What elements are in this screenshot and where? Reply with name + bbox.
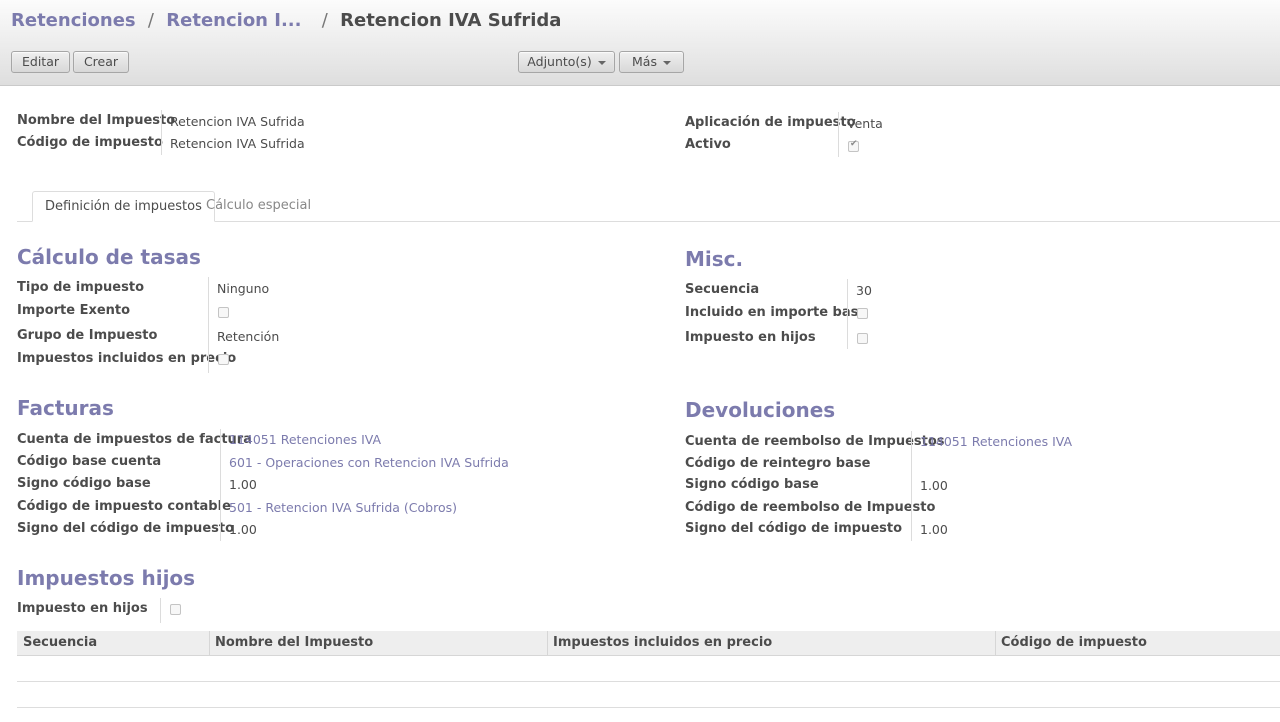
section-title-rates: Cálculo de tasas xyxy=(17,245,201,269)
tax-group-label: Grupo de Impuesto xyxy=(17,328,158,343)
field-separator xyxy=(220,429,221,541)
invoice-account-label: Cuenta de impuestos de factura xyxy=(17,432,252,447)
attachments-label: Adjunto(s) xyxy=(527,54,592,69)
invoice-base-code-label: Código base cuenta xyxy=(17,454,162,469)
tax-application-value: Venta xyxy=(847,116,883,131)
field-separator xyxy=(911,431,912,541)
tax-type-label: Tipo de impuesto xyxy=(17,280,144,295)
create-button[interactable]: Crear xyxy=(73,51,129,73)
edit-button-label: Editar xyxy=(21,54,59,69)
sequence-value: 30 xyxy=(856,283,872,298)
children-table-header: Secuencia Nombre del Impuesto Impuestos … xyxy=(17,631,1280,656)
refund-tax-sign-label: Signo del código de impuesto xyxy=(685,521,903,536)
breadcrumb: Retenciones / Retencion I... / Retencion… xyxy=(11,10,561,31)
column-header-sequence[interactable]: Secuencia xyxy=(17,631,97,656)
active-checkbox[interactable] xyxy=(848,139,859,152)
refund-base-sign-value: 1.00 xyxy=(920,478,948,493)
tab-label: Definición de impuestos xyxy=(45,199,202,214)
table-row-divider xyxy=(17,681,1280,682)
field-separator xyxy=(160,598,161,623)
invoice-base-code-link[interactable]: 601 - Operaciones con Retencion IVA Sufr… xyxy=(229,455,509,470)
tab-label: Cálculo especial xyxy=(206,198,312,213)
tax-type-value: Ninguno xyxy=(217,281,270,296)
children-depend-checkbox[interactable] xyxy=(170,604,181,615)
price-include-checkbox[interactable] xyxy=(218,354,229,365)
edit-button[interactable]: Editar xyxy=(11,51,70,73)
field-separator xyxy=(161,110,162,155)
invoice-account-link[interactable]: 114051 Retenciones IVA xyxy=(229,432,381,447)
price-include-label: Impuestos incluidos en precio xyxy=(17,351,237,366)
sequence-label: Secuencia xyxy=(685,282,760,297)
tab-definicion-impuestos[interactable]: Definición de impuestos xyxy=(32,191,215,222)
refund-account-label: Cuenta de reembolso de Impuestos xyxy=(685,434,945,449)
invoice-base-sign-label: Signo código base xyxy=(17,476,151,491)
field-separator xyxy=(847,279,848,349)
invoice-tax-code-label: Código de impuesto contable xyxy=(17,499,231,514)
children-depend-label: Impuesto en hijos xyxy=(17,601,148,616)
create-button-label: Crear xyxy=(83,54,119,69)
caret-down-icon xyxy=(597,60,606,65)
refund-base-code-label: Código de reintegro base xyxy=(685,456,871,471)
column-header-tax-code[interactable]: Código de impuesto xyxy=(995,631,1147,656)
field-separator xyxy=(208,277,209,373)
tax-name-label: Nombre del Impuesto xyxy=(17,113,176,128)
active-label: Activo xyxy=(685,137,731,152)
section-title-refunds: Devoluciones xyxy=(685,398,836,422)
refund-account-link[interactable]: 114051 Retenciones IVA xyxy=(920,434,1072,449)
attachments-dropdown-button[interactable]: Adjunto(s) xyxy=(518,51,615,73)
tax-code-value: Retencion IVA Sufrida xyxy=(170,136,305,151)
breadcrumb-separator: / xyxy=(147,10,154,31)
section-title-children: Impuestos hijos xyxy=(17,566,196,590)
refund-tax-sign-value: 1.00 xyxy=(920,522,948,537)
tax-code-label: Código de impuesto xyxy=(17,135,163,150)
breadcrumb-separator: / xyxy=(321,10,328,31)
invoice-tax-code-link[interactable]: 501 - Retencion IVA Sufrida (Cobros) xyxy=(229,500,457,515)
section-title-misc: Misc. xyxy=(685,247,744,271)
section-title-invoices: Facturas xyxy=(17,396,114,420)
exempt-amount-label: Importe Exento xyxy=(17,303,131,318)
invoice-tax-sign-label: Signo del código de impuesto xyxy=(17,521,235,536)
column-header-price-include[interactable]: Impuestos incluidos en precio xyxy=(547,631,772,656)
field-separator xyxy=(838,112,839,157)
tax-group-value: Retención xyxy=(217,329,280,344)
refund-base-sign-label: Signo código base xyxy=(685,477,819,492)
tab-calculo-especial[interactable]: Cálculo especial xyxy=(194,191,323,222)
breadcrumb-item-retenciones[interactable]: Retenciones xyxy=(11,10,136,31)
control-panel: Retenciones / Retencion I... / Retencion… xyxy=(0,0,1280,86)
child-depend-label: Impuesto en hijos xyxy=(685,330,816,345)
include-base-label: Incluido en importe base xyxy=(685,305,868,320)
more-label: Más xyxy=(632,54,657,69)
include-base-checkbox[interactable] xyxy=(857,308,868,319)
tax-application-label: Aplicación de impuesto xyxy=(685,115,856,130)
breadcrumb-item-retencion[interactable]: Retencion I... xyxy=(166,10,301,31)
column-header-tax-name[interactable]: Nombre del Impuesto xyxy=(209,631,373,656)
table-row-divider xyxy=(17,707,1280,708)
invoice-tax-sign-value: 1.00 xyxy=(229,522,257,537)
child-depend-checkbox[interactable] xyxy=(857,333,868,344)
page-title: Retencion IVA Sufrida xyxy=(340,10,562,31)
tax-name-value: Retencion IVA Sufrida xyxy=(170,114,305,129)
caret-down-icon xyxy=(662,60,671,65)
invoice-base-sign-value: 1.00 xyxy=(229,477,257,492)
more-dropdown-button[interactable]: Más xyxy=(619,51,684,73)
exempt-amount-checkbox[interactable] xyxy=(218,307,229,318)
refund-tax-code-label: Código de reembolso de Impuesto xyxy=(685,500,936,515)
